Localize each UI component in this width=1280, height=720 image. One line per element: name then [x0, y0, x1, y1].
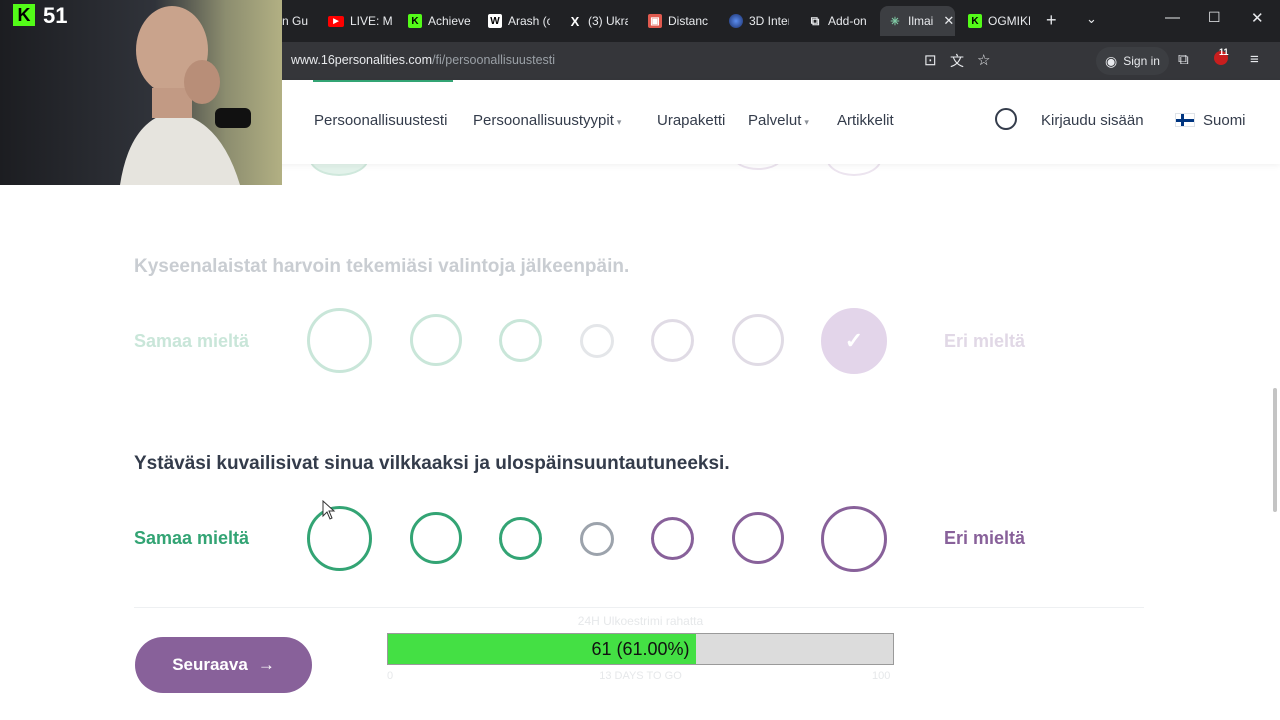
- stream-goal-max: 100: [872, 670, 891, 682]
- active-nav-indicator: [313, 80, 453, 82]
- url-field[interactable]: www.16personalities.com/fi/persoonallisu…: [291, 53, 555, 67]
- tab-2[interactable]: K Achieve: [408, 6, 472, 36]
- distance-icon: ▣: [648, 14, 662, 28]
- finland-flag-icon: [1175, 113, 1195, 127]
- menu-icon[interactable]: ≡: [1250, 51, 1259, 68]
- x-icon: X: [570, 13, 580, 29]
- nav-label: Persoonallisuustyypit: [473, 112, 614, 129]
- tab-5[interactable]: ▣ Distanc: [648, 6, 710, 36]
- checkmark-icon: ✓: [844, 328, 864, 353]
- answer-option-neutral[interactable]: [580, 324, 614, 358]
- kick-logo-icon: K: [13, 4, 35, 26]
- viewer-count: 51: [43, 3, 68, 28]
- arrow-right-icon: →: [257, 655, 275, 674]
- stream-goal-title: 24H Ulkoestrimi rahatta: [577, 614, 704, 628]
- tab-label: Add-on: [828, 14, 867, 28]
- chevron-down-icon[interactable]: ⌄: [1086, 11, 1097, 27]
- sign-in-button[interactable]: ◉ Sign in: [1096, 47, 1169, 75]
- tab-0[interactable]: n Gu: [282, 6, 312, 36]
- stream-goal-days-left: 13 DAYS TO GO: [599, 670, 682, 682]
- answer-option-agree-strong[interactable]: [307, 506, 372, 571]
- agree-label: Samaa mieltä: [134, 528, 250, 548]
- answer-option-agree-slight[interactable]: [499, 517, 542, 560]
- tab-label: Arash (c: [508, 14, 550, 28]
- tab-6[interactable]: 3D Inter: [729, 6, 789, 36]
- extension-badge-count: 11: [1219, 47, 1229, 57]
- language-selector[interactable]: Suomi: [1203, 112, 1246, 129]
- translate-icon[interactable]: 文: [950, 51, 964, 71]
- nav-persoonallisuustyypit[interactable]: Persoonallisuustyypit ▾: [473, 112, 621, 129]
- answer-option-agree[interactable]: [410, 512, 462, 564]
- tab-8-active[interactable]: ✳ Ilmai ✕: [880, 6, 955, 36]
- nav-urapaketti[interactable]: Urapaketti: [657, 112, 725, 129]
- close-window-icon[interactable]: ✕: [1251, 9, 1264, 27]
- kick-icon: K: [408, 14, 422, 28]
- extensions-icon[interactable]: ⧉: [1178, 51, 1189, 68]
- tab-3[interactable]: W Arash (c: [488, 6, 550, 36]
- tab-label: Ilmai: [908, 14, 934, 28]
- streamer-image: [120, 6, 251, 185]
- url-host: www.16personalities.com: [291, 53, 433, 67]
- tab-9[interactable]: K OGMIKE: [968, 6, 1030, 36]
- tab-label: 3D Inter: [749, 14, 789, 28]
- stream-goal-progress-bar: 61 (61.00%): [387, 633, 894, 665]
- tab-4[interactable]: X (3) Ukra: [568, 6, 628, 36]
- answer-option-disagree-strong-selected[interactable]: ✓: [821, 308, 887, 374]
- wikipedia-icon: W: [488, 14, 502, 28]
- tab-label: Achieve: [428, 14, 471, 28]
- account-icon: ◉: [1105, 52, 1118, 69]
- nav-artikkelit[interactable]: Artikkelit: [837, 112, 894, 129]
- page-scrollbar[interactable]: [1273, 388, 1277, 512]
- minimize-icon[interactable]: —: [1165, 9, 1180, 26]
- question-text: Kyseenalaistat harvoin tekemiäsi valinto…: [134, 256, 630, 277]
- tab-label: LIVE: Mi: [350, 14, 392, 28]
- youtube-icon: ▶: [328, 15, 344, 27]
- disagree-label: Eri mieltä: [944, 331, 1026, 351]
- tab-label: (3) Ukra: [588, 14, 628, 28]
- tab-label: Distanc: [668, 14, 709, 28]
- tab-7[interactable]: ⧉ Add-on: [808, 6, 870, 36]
- accessibility-icon[interactable]: [995, 108, 1017, 130]
- webcam-overlay: K 51: [0, 0, 282, 185]
- answer-option-disagree-slight[interactable]: [651, 517, 694, 560]
- answer-option-disagree[interactable]: [732, 512, 784, 564]
- puzzle-icon: ⧉: [810, 13, 820, 28]
- nav-persoonallisuustesti[interactable]: Persoonallisuustesti: [314, 112, 447, 129]
- answer-option-agree[interactable]: [410, 314, 462, 366]
- chevron-down-icon: ▾: [804, 117, 809, 127]
- bookmark-star-icon[interactable]: ☆: [977, 51, 990, 69]
- tab-label: n Gu: [282, 14, 309, 28]
- tab-label: OGMIKE: [988, 14, 1030, 28]
- answer-option-agree-strong[interactable]: [307, 308, 372, 373]
- nav-palvelut[interactable]: Palvelut ▾: [748, 112, 809, 129]
- answer-option-disagree[interactable]: [732, 314, 784, 366]
- mouse-cursor-icon: [322, 500, 336, 520]
- section-divider: [134, 607, 1144, 608]
- disagree-label: Eri mieltä: [944, 528, 1026, 548]
- agree-label: Samaa mieltä: [134, 331, 250, 351]
- answer-option-disagree-slight[interactable]: [651, 319, 694, 362]
- kick-icon: K: [968, 14, 982, 28]
- next-button[interactable]: Seuraava →: [135, 637, 312, 693]
- new-tab-icon[interactable]: +: [1046, 10, 1057, 31]
- login-link[interactable]: Kirjaudu sisään: [1041, 112, 1144, 129]
- stream-goal-progress-text: 61 (61.00%): [591, 638, 690, 659]
- maximize-icon[interactable]: ☐: [1208, 9, 1221, 26]
- answer-option-disagree-strong[interactable]: [821, 506, 887, 572]
- 16p-icon: ✳: [890, 15, 900, 28]
- tab-1[interactable]: ▶ LIVE: Mi: [328, 6, 392, 36]
- close-tab-icon[interactable]: ✕: [943, 13, 954, 29]
- answer-option-neutral[interactable]: [580, 522, 614, 556]
- answer-option-agree-slight[interactable]: [499, 319, 542, 362]
- next-button-label: Seuraava: [172, 655, 248, 674]
- install-app-icon[interactable]: ⊡: [924, 51, 937, 69]
- sign-in-label: Sign in: [1123, 54, 1160, 68]
- question-text: Ystäväsi kuvailisivat sinua vilkkaaksi j…: [134, 453, 730, 474]
- url-path: /fi/persoonallisuustesti: [432, 53, 556, 67]
- chevron-down-icon: ▾: [616, 117, 622, 127]
- globe-icon: [729, 14, 743, 28]
- nav-label: Palvelut: [748, 112, 802, 129]
